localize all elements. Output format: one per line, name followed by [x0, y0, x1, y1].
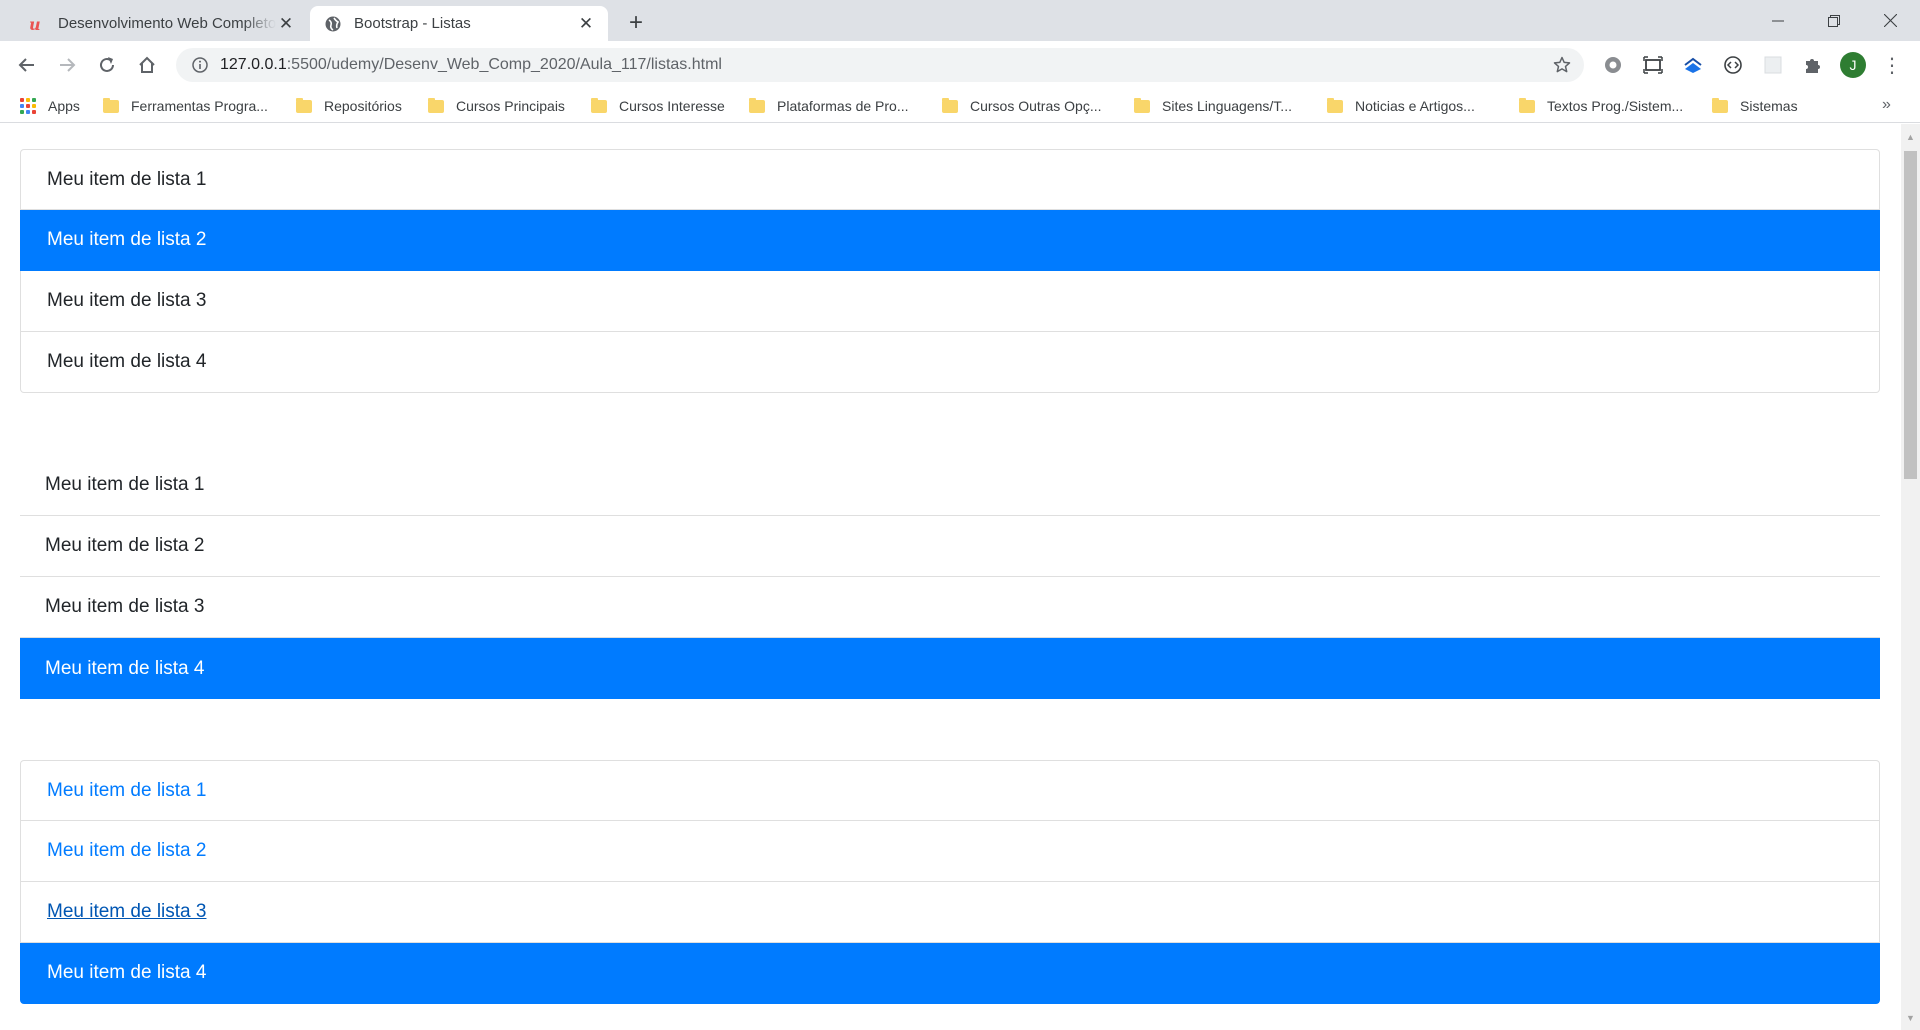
- home-icon[interactable]: [131, 49, 163, 81]
- reload-icon[interactable]: [91, 49, 123, 81]
- folder-icon: [1134, 97, 1150, 113]
- list-group-bordered: Meu item de lista 1 Meu item de lista 2 …: [20, 149, 1880, 393]
- list-item: Meu item de lista 1: [20, 149, 1880, 210]
- folder-icon: [1327, 97, 1343, 113]
- bookmark-label: Repositórios: [324, 98, 402, 114]
- bookmark-folder[interactable]: Cursos Interesse: [591, 95, 725, 117]
- vertical-scrollbar[interactable]: ▲ ▼: [1901, 124, 1920, 1030]
- page-viewport: Meu item de lista 1 Meu item de lista 2 …: [0, 124, 1901, 1030]
- chevron-right-icon[interactable]: »: [1882, 96, 1891, 114]
- bookmark-label: Noticias e Artigos...: [1355, 98, 1475, 114]
- list-link-item[interactable]: Meu item de lista 2: [20, 821, 1880, 882]
- profile-avatar[interactable]: J: [1840, 52, 1866, 78]
- bookmark-star-icon[interactable]: [1550, 53, 1574, 77]
- list-group-links: Meu item de lista 1 Meu item de lista 2 …: [20, 760, 1880, 1004]
- bookmark-label: Sites Linguagens/T...: [1162, 98, 1292, 114]
- menu-icon[interactable]: ⋮: [1880, 53, 1904, 77]
- folder-icon: [591, 97, 607, 113]
- bookmark-folder[interactable]: Sistemas: [1712, 95, 1798, 117]
- url-text: 127.0.0.1:5500/udemy/Desenv_Web_Comp_202…: [220, 56, 722, 73]
- info-icon[interactable]: [190, 55, 210, 75]
- tab-title: Bootstrap - Listas: [354, 15, 471, 32]
- udemy-icon: u: [28, 15, 46, 33]
- bookmark-label: Cursos Principais: [456, 98, 565, 114]
- back-icon[interactable]: [11, 49, 43, 81]
- forward-icon[interactable]: [51, 49, 83, 81]
- list-group-flush: Meu item de lista 1 Meu item de lista 2 …: [20, 455, 1880, 699]
- list-item: Meu item de lista 1: [20, 455, 1880, 516]
- list-link-item-active[interactable]: Meu item de lista 4: [20, 943, 1880, 1004]
- bookmark-apps[interactable]: Apps: [20, 95, 80, 117]
- bookmark-label: Ferramentas Progra...: [131, 98, 268, 114]
- list-item: Meu item de lista 4: [20, 332, 1880, 393]
- browser-toolbar: 127.0.0.1:5500/udemy/Desenv_Web_Comp_202…: [0, 41, 1920, 88]
- bookmark-folder[interactable]: Sites Linguagens/T...: [1134, 95, 1292, 117]
- tab-udemy[interactable]: u Desenvolvimento Web Completo ✕: [14, 6, 308, 41]
- minimize-icon[interactable]: [1750, 0, 1806, 41]
- bookmark-label: Textos Prog./Sistem...: [1547, 98, 1684, 114]
- bookmark-label: Cursos Outras Opç...: [970, 98, 1102, 114]
- bookmark-label: Apps: [48, 98, 80, 114]
- tab-title: Desenvolvimento Web Completo: [58, 15, 276, 32]
- scrollbar-thumb[interactable]: [1904, 151, 1917, 479]
- list-item: Meu item de lista 2: [20, 516, 1880, 577]
- tab-strip: u Desenvolvimento Web Completo ✕ Bootstr…: [0, 0, 1920, 41]
- apps-grid-icon: [20, 98, 36, 114]
- bookmark-folder[interactable]: Repositórios: [296, 95, 402, 117]
- close-window-icon[interactable]: [1862, 0, 1918, 41]
- folder-icon: [103, 97, 119, 113]
- close-tab-icon[interactable]: ✕: [576, 14, 596, 34]
- extension-blank-icon[interactable]: [1761, 53, 1785, 77]
- bookmark-folder[interactable]: Textos Prog./Sistem...: [1519, 95, 1683, 117]
- close-tab-icon[interactable]: ✕: [276, 14, 296, 34]
- address-bar[interactable]: 127.0.0.1:5500/udemy/Desenv_Web_Comp_202…: [176, 48, 1584, 82]
- scroll-up-arrow-icon[interactable]: ▲: [1901, 128, 1920, 145]
- list-link-item[interactable]: Meu item de lista 1: [20, 760, 1880, 821]
- folder-icon: [749, 97, 765, 113]
- bookmark-label: Cursos Interesse: [619, 98, 725, 114]
- globe-icon: [324, 15, 342, 33]
- list-item: Meu item de lista 3: [20, 577, 1880, 638]
- bookmark-folder[interactable]: Ferramentas Progra...: [103, 95, 268, 117]
- bookmark-folder[interactable]: Cursos Outras Opç...: [942, 95, 1101, 117]
- folder-icon: [1519, 97, 1535, 113]
- list-item: Meu item de lista 3: [20, 271, 1880, 332]
- folder-icon: [428, 97, 444, 113]
- bookmark-folder[interactable]: Cursos Principais: [428, 95, 565, 117]
- extension-code-icon[interactable]: [1721, 53, 1745, 77]
- list-item-active: Meu item de lista 2: [20, 210, 1880, 271]
- bookmark-folder[interactable]: Noticias e Artigos...: [1327, 95, 1475, 117]
- screen-capture-icon[interactable]: [1641, 53, 1665, 77]
- bookmark-folder[interactable]: Plataformas de Pro...: [749, 95, 909, 117]
- puzzle-icon[interactable]: [1801, 53, 1825, 77]
- folder-icon: [942, 97, 958, 113]
- scroll-down-arrow-icon[interactable]: ▼: [1901, 1009, 1920, 1026]
- svg-text:u: u: [29, 15, 41, 33]
- tab-bootstrap-listas[interactable]: Bootstrap - Listas ✕: [310, 6, 608, 41]
- folder-icon: [1712, 97, 1728, 113]
- bookmark-label: Plataformas de Pro...: [777, 98, 909, 114]
- extension-book-icon[interactable]: [1681, 53, 1705, 77]
- list-item-active: Meu item de lista 4: [20, 638, 1880, 699]
- restore-icon[interactable]: [1806, 0, 1862, 41]
- bookmarks-bar: Apps Ferramentas Progra... Repositórios …: [0, 88, 1920, 123]
- bookmark-label: Sistemas: [1740, 98, 1798, 114]
- list-link-item-hover[interactable]: Meu item de lista 3: [20, 882, 1880, 943]
- folder-icon: [296, 97, 312, 113]
- new-tab-icon[interactable]: +: [622, 9, 650, 37]
- extension-gear-icon[interactable]: [1601, 53, 1625, 77]
